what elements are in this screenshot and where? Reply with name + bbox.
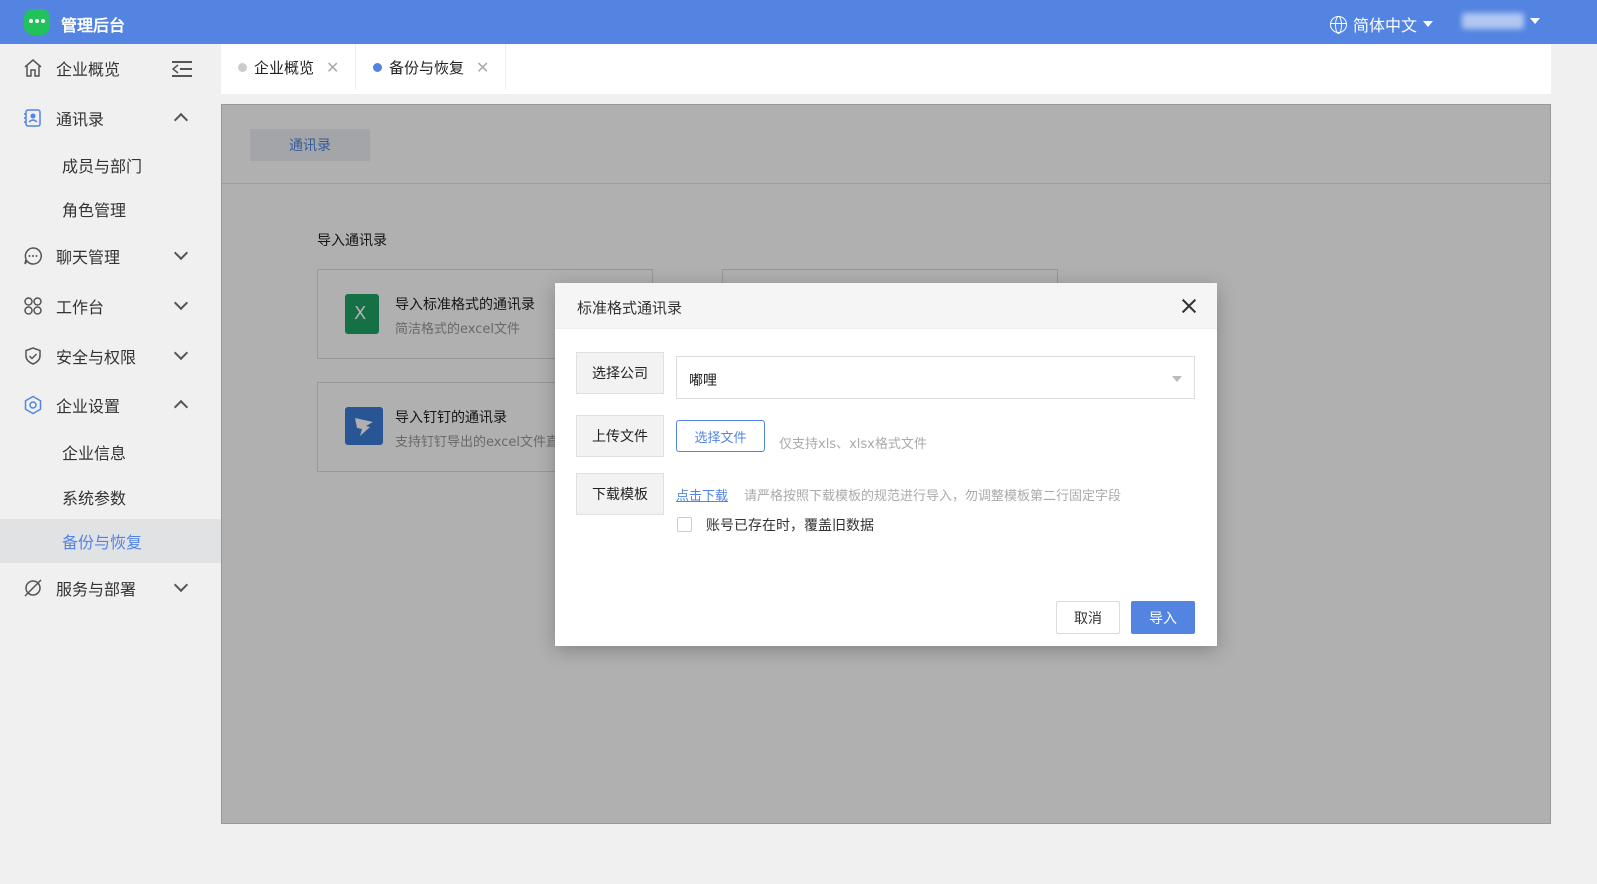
choose-file-button[interactable]: 选择文件: [676, 420, 765, 452]
chevron-up-icon: [173, 399, 189, 415]
username-redacted: [1462, 13, 1524, 29]
planet-icon: [24, 579, 42, 597]
template-label: 下载模板: [576, 473, 664, 515]
import-button[interactable]: 导入: [1131, 601, 1195, 634]
close-icon[interactable]: ✕: [326, 58, 339, 77]
chevron-down-icon: [173, 577, 189, 593]
overwrite-label: 账号已存在时，覆盖旧数据: [706, 518, 874, 534]
dialog-title: 标准格式通讯录: [577, 299, 683, 317]
chevron-down-icon: [173, 295, 189, 311]
sidebar-item-enterprise-info[interactable]: 企业信息: [0, 430, 221, 474]
chevron-down-icon: [173, 345, 189, 361]
sidebar-item-members-departments[interactable]: 成员与部门: [0, 143, 221, 187]
sidebar-item-label: 聊天管理: [56, 248, 121, 267]
sidebar-item-label: 企业概览: [56, 60, 121, 79]
shield-icon: [25, 347, 41, 365]
close-icon[interactable]: [1179, 296, 1199, 316]
tab-label: 企业概览: [254, 58, 315, 77]
language-label: 简体中文: [1353, 16, 1418, 35]
tab-overview[interactable]: 企业概览 ✕: [221, 44, 356, 90]
sidebar-item-security[interactable]: 安全与权限: [0, 334, 221, 378]
overwrite-checkbox[interactable]: [677, 517, 692, 532]
chat-icon: [24, 247, 42, 265]
sidebar-item-chat[interactable]: 聊天管理: [0, 234, 221, 278]
import-standard-dialog: 标准格式通讯录 选择公司 嘟哩 上传文件 选择文件 仅支持xls、xlsx格式文…: [555, 283, 1217, 646]
sidebar-subitem-label: 成员与部门: [62, 157, 143, 176]
tab-status-dot: [373, 62, 382, 72]
tab-backup-restore[interactable]: 备份与恢复 ✕: [356, 44, 506, 90]
sidebar-item-backup-restore[interactable]: 备份与恢复: [0, 519, 221, 563]
download-template-link[interactable]: 点击下载: [676, 485, 728, 504]
sidebar-item-label: 服务与部署: [56, 580, 137, 599]
dialog-header: 标准格式通讯录: [555, 283, 1217, 329]
upload-label: 上传文件: [576, 415, 664, 457]
chevron-down-icon: [1172, 376, 1182, 382]
tab-label: 备份与恢复: [389, 58, 465, 77]
contacts-icon: [24, 109, 41, 127]
sidebar-item-label: 通讯录: [56, 110, 105, 129]
workbench-icon: [24, 297, 42, 315]
chevron-down-icon: [1423, 21, 1434, 27]
globe-icon: [1330, 15, 1347, 34]
sidebar-item-label: 企业设置: [56, 397, 121, 416]
upload-hint: 仅支持xls、xlsx格式文件: [779, 437, 927, 452]
company-label: 选择公司: [576, 352, 664, 394]
company-select-value: 嘟哩: [689, 373, 717, 389]
user-menu[interactable]: [1462, 13, 1540, 29]
sidebar-subitem-label: 角色管理: [62, 201, 127, 220]
sidebar: 企业概览 通讯录 成员与部门 角色管理 聊天管理 工作台 安全与权限 企业设置 …: [0, 44, 221, 884]
sidebar-item-label: 工作台: [56, 298, 105, 317]
settings-icon: [24, 395, 42, 415]
top-bar: 管理后台 简体中文: [0, 0, 1597, 44]
app-logo-icon: [24, 9, 50, 35]
sidebar-item-enterprise-settings[interactable]: 企业设置: [0, 383, 221, 427]
sidebar-item-role-management[interactable]: 角色管理: [0, 187, 221, 231]
sidebar-item-label: 安全与权限: [56, 348, 137, 367]
sidebar-item-services-deployment[interactable]: 服务与部署: [0, 566, 221, 610]
sidebar-subitem-label: 备份与恢复: [62, 533, 143, 552]
sidebar-subitem-label: 系统参数: [62, 489, 127, 508]
home-icon: [24, 59, 42, 77]
tab-status-dot: [238, 62, 247, 72]
sidebar-item-contacts[interactable]: 通讯录: [0, 96, 221, 140]
chevron-up-icon: [173, 112, 189, 128]
cancel-button[interactable]: 取消: [1056, 601, 1120, 634]
chevron-down-icon: [173, 245, 189, 261]
tabs-bar: 企业概览 ✕ 备份与恢复 ✕: [221, 44, 1551, 94]
app-title: 管理后台: [61, 16, 126, 35]
sidebar-item-workbench[interactable]: 工作台: [0, 284, 221, 328]
language-switcher[interactable]: 简体中文: [1330, 12, 1434, 36]
collapse-sidebar-icon[interactable]: [172, 61, 192, 77]
company-select[interactable]: 嘟哩: [676, 356, 1195, 399]
close-icon[interactable]: ✕: [476, 58, 489, 77]
chevron-down-icon: [1530, 18, 1540, 24]
template-hint: 请严格按照下载模板的规范进行导入，勿调整模板第二行固定字段: [744, 489, 1122, 504]
sidebar-subitem-label: 企业信息: [62, 444, 127, 463]
sidebar-item-system-params[interactable]: 系统参数: [0, 475, 221, 519]
